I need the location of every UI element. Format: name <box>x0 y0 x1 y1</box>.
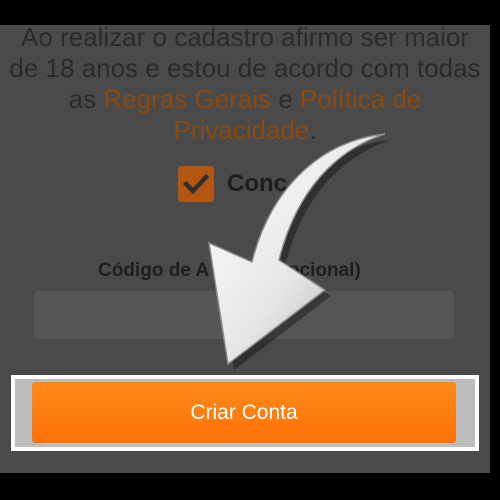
consent-row: Conc <box>178 165 287 203</box>
privacy-link-part-1[interactable]: Política de <box>300 84 421 114</box>
rules-link[interactable]: Regras Gerais <box>103 84 271 114</box>
consent-label: Conc <box>227 170 287 197</box>
code-field-label: Código de A Opcional) <box>98 260 361 282</box>
code-input[interactable] <box>34 291 454 339</box>
privacy-link-part-2[interactable]: Privacidade <box>173 115 309 145</box>
create-account-button[interactable]: Criar Conta <box>32 382 456 443</box>
checkmark-icon <box>183 173 209 195</box>
code-label-suffix: Opcional) <box>273 260 361 281</box>
terms-line-3: as Regras Gerais e Política de <box>0 84 490 115</box>
terms-prefix: as <box>68 84 104 114</box>
screenshot-frame: Ao realizar o cadastro afirmo ser maior … <box>0 0 500 500</box>
signup-screen: Ao realizar o cadastro afirmo ser maior … <box>0 25 490 473</box>
terms-line-1: Ao realizar o cadastro afirmo ser maior <box>21 25 469 52</box>
terms-period: . <box>309 115 317 145</box>
terms-line-4: Privacidade. <box>0 115 490 146</box>
code-label-main: Código de A <box>98 260 210 281</box>
terms-text: Ao realizar o cadastro afirmo ser maior … <box>0 25 490 146</box>
consent-checkbox[interactable] <box>178 166 214 202</box>
terms-connector: e <box>270 84 300 114</box>
terms-line-2: de 18 anos e estou de acordo com todas <box>9 53 481 83</box>
